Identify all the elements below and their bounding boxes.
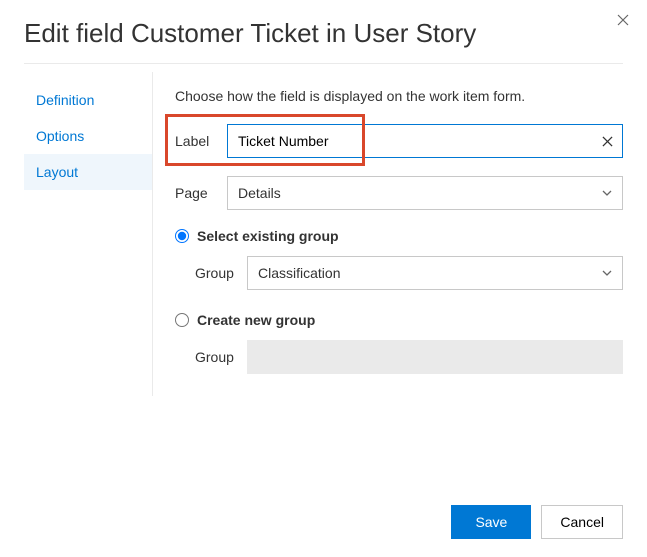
- close-icon: [617, 14, 629, 26]
- sidebar-item-options[interactable]: Options: [24, 118, 152, 154]
- chevron-down-icon: [592, 187, 622, 199]
- dialog-footer: Save Cancel: [451, 505, 623, 539]
- intro-text: Choose how the field is displayed on the…: [175, 88, 623, 104]
- sidebar-item-layout[interactable]: Layout: [24, 154, 152, 190]
- group-select[interactable]: Classification: [247, 256, 623, 290]
- sidebar-item-label: Definition: [36, 92, 94, 108]
- label-row: Label: [175, 124, 623, 158]
- new-group-radio[interactable]: [175, 313, 189, 327]
- content-pane: Choose how the field is displayed on the…: [152, 72, 623, 396]
- label-input[interactable]: [228, 125, 592, 157]
- sidebar-item-label: Layout: [36, 164, 78, 180]
- existing-group-radio-row[interactable]: Select existing group: [175, 228, 623, 244]
- edit-field-dialog: Edit field Customer Ticket in User Story…: [0, 0, 647, 557]
- new-group-radio-row[interactable]: Create new group: [175, 312, 623, 328]
- sidebar-item-label: Options: [36, 128, 84, 144]
- existing-group-radio[interactable]: [175, 229, 189, 243]
- divider: [24, 63, 623, 64]
- new-group-input-disabled: [247, 340, 623, 374]
- page-select-value: Details: [228, 185, 592, 201]
- dialog-title: Edit field Customer Ticket in User Story: [24, 18, 623, 49]
- close-button[interactable]: [613, 10, 633, 30]
- existing-group-label: Select existing group: [197, 228, 339, 244]
- sidebar-item-definition[interactable]: Definition: [24, 82, 152, 118]
- label-field-label: Label: [175, 133, 227, 149]
- existing-group-subform: Group Classification: [175, 256, 623, 290]
- page-select[interactable]: Details: [227, 176, 623, 210]
- close-icon: [602, 136, 613, 147]
- cancel-button[interactable]: Cancel: [541, 505, 623, 539]
- save-button[interactable]: Save: [451, 505, 531, 539]
- new-group-subform: Group: [175, 340, 623, 374]
- label-input-wrap: [227, 124, 623, 158]
- sidebar: Definition Options Layout: [24, 72, 152, 396]
- group-select-value: Classification: [248, 265, 592, 281]
- page-field-label: Page: [175, 185, 227, 201]
- dialog-body: Definition Options Layout Choose how the…: [0, 72, 647, 396]
- new-group-field-label: Group: [195, 349, 247, 365]
- clear-label-button[interactable]: [592, 125, 622, 157]
- dialog-header: Edit field Customer Ticket in User Story: [0, 0, 647, 63]
- page-row: Page Details: [175, 176, 623, 210]
- chevron-down-icon: [592, 267, 622, 279]
- group-field-label: Group: [195, 265, 247, 281]
- new-group-label: Create new group: [197, 312, 315, 328]
